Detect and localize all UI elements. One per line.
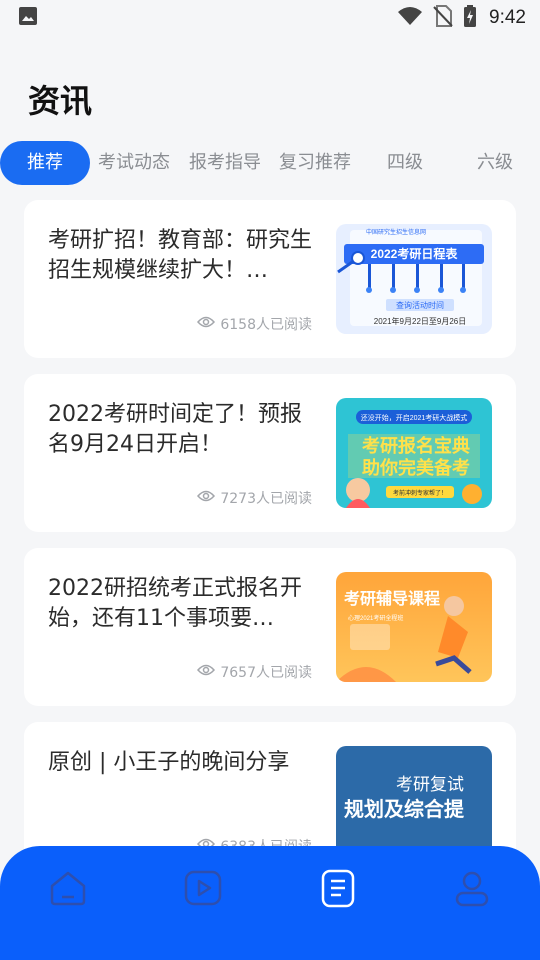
thumb-line2-text: 规划及综合提 [344,797,465,821]
page-title: 资讯 [28,82,93,120]
read-count-text: 7657人已阅读 [220,665,312,681]
status-bar: 9:42 [0,0,540,36]
thumb-date-text: 2021年9月22日至9月26日 [374,316,467,326]
category-tabs: 推荐 考试动态 报考指导 复习推荐 四级 六级 [0,141,540,185]
thumb-title-text: 考研辅导课程 [344,589,440,608]
article-thumbnail: 考研辅导课程 心理2021考研全程班 [336,572,492,682]
no-sim-icon [433,5,453,31]
thumb-sub-text: 心理2021考研全程班 [348,614,403,622]
eye-icon [197,664,216,680]
tab-recommend[interactable]: 推荐 [0,141,90,185]
read-count-text: 6158人已阅读 [220,317,312,333]
article-card[interactable]: 2022研招统考正式报名开始，还有11个事项要… 7657人已阅读 考研辅导课程… [24,548,516,706]
article-title: 2022考研时间定了！预报名9月24日开启！ [48,402,302,457]
nav-article-icon[interactable] [318,868,358,908]
tab-exam-news[interactable]: 考试动态 [96,141,172,185]
tab-review-recommend[interactable]: 复习推荐 [277,141,353,185]
read-count-text: 7273人已阅读 [220,491,312,507]
image-icon [18,6,38,30]
read-count: 6158人已阅读 [197,314,312,334]
status-time: 9:42 [489,7,526,28]
thumb-bottom-text: 考前冲刺专家帮了！ [393,489,447,497]
battery-charging-icon [463,5,477,31]
thumb-banner-text: 2022考研日程表 [371,246,459,261]
wifi-icon [397,6,423,30]
tab-cet4[interactable]: 四级 [382,141,428,185]
article-title: 考研扩招！教育部：研究生招生规模继续扩大！… [48,228,313,283]
tab-registration-guide[interactable]: 报考指导 [187,141,263,185]
tab-cet6[interactable]: 六级 [472,141,518,185]
article-title: 原创 | 小王子的晚间分享 [48,750,290,775]
article-title: 2022研招统考正式报名开始，还有11个事项要… [48,576,302,631]
eye-icon [197,490,216,506]
bottom-navigation [0,846,540,960]
thumb-line2-text: 助你完美备考 [362,457,470,478]
thumb-tag-text: 查询活动时间 [396,300,444,310]
nav-profile-icon[interactable] [452,868,492,908]
thumb-top-text: 还没开始，开启2021考研大战模式 [361,413,468,422]
thumb-line1-text: 考研报名宝典 [362,435,470,456]
eye-icon [197,316,216,332]
article-thumbnail: 还没开始，开启2021考研大战模式 考研报名宝典 助你完美备考 考前冲刺专家帮了… [336,398,492,508]
read-count: 7657人已阅读 [197,662,312,682]
article-thumbnail: 考研复试 规划及综合提 [336,746,492,856]
nav-video-icon[interactable] [183,868,223,908]
article-thumbnail: 中国研究生招生信息网 2022考研日程表 查询活动时间 2021年9月22日至9… [336,224,492,334]
nav-home-icon[interactable] [48,868,88,908]
thumb-site-text: 中国研究生招生信息网 [366,228,426,236]
thumb-line1-text: 考研复试 [396,775,464,794]
read-count: 7273人已阅读 [197,488,312,508]
article-card[interactable]: 2022考研时间定了！预报名9月24日开启！ 7273人已阅读 还没开始，开启2… [24,374,516,532]
article-card[interactable]: 考研扩招！教育部：研究生招生规模继续扩大！… 6158人已阅读 中国研究生招生信… [24,200,516,358]
